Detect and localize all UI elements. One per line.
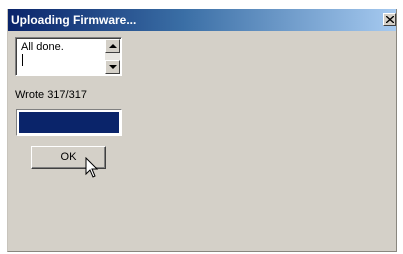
arrow-down-icon bbox=[109, 65, 117, 69]
log-text: All done. bbox=[21, 41, 64, 53]
log-textarea[interactable]: All done. bbox=[15, 37, 122, 76]
scroll-up-button[interactable] bbox=[105, 39, 120, 53]
close-button[interactable] bbox=[383, 13, 396, 26]
text-caret bbox=[22, 54, 23, 66]
title-bar[interactable]: Uploading Firmware... bbox=[8, 9, 396, 31]
status-text: Wrote 317/317 bbox=[15, 89, 87, 101]
dialog-window: Uploading Firmware... All done. Wrote 31… bbox=[7, 9, 397, 252]
progress-fill bbox=[19, 112, 119, 133]
arrow-up-icon bbox=[109, 44, 117, 48]
log-scrollbar[interactable] bbox=[105, 39, 120, 74]
close-icon bbox=[386, 16, 394, 23]
ok-button[interactable]: OK bbox=[31, 146, 106, 169]
scroll-down-button[interactable] bbox=[105, 60, 120, 74]
window-title: Uploading Firmware... bbox=[11, 13, 137, 27]
progress-bar bbox=[16, 109, 122, 136]
